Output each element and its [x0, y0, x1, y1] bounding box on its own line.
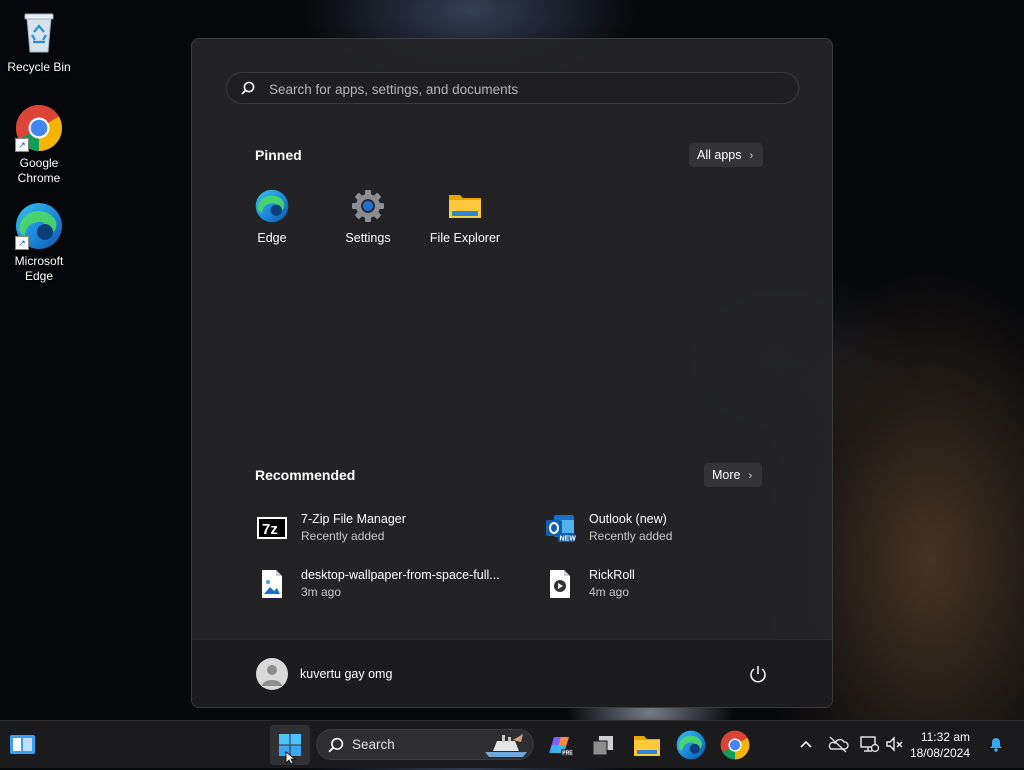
recycle-bin-icon: [15, 8, 63, 56]
notification-bell-icon[interactable]: [985, 733, 1007, 755]
recommended-item-wallpaper[interactable]: desktop-wallpaper-from-space-full... 3m …: [256, 564, 526, 604]
taskbar-search[interactable]: Search: [316, 729, 534, 760]
pinned-app-label: File Explorer: [429, 231, 501, 245]
onedrive-offline-icon[interactable]: [827, 733, 849, 755]
start-button[interactable]: [270, 725, 310, 765]
folder-icon: [448, 189, 482, 223]
all-apps-label: All apps: [697, 148, 742, 162]
svg-text:7z: 7z: [262, 521, 278, 538]
taskbar-clock[interactable]: 11:32 am 18/08/2024: [908, 729, 970, 761]
user-avatar[interactable]: [256, 658, 288, 690]
taskbar-edge[interactable]: [671, 725, 711, 765]
volume-muted-icon[interactable]: [884, 733, 906, 755]
taskbar-app-copilot[interactable]: PRE: [539, 725, 579, 765]
recommended-item-subtitle: 4m ago: [589, 585, 630, 599]
pinned-app-edge[interactable]: Edge: [224, 189, 320, 245]
search-icon: [241, 81, 255, 95]
recommended-item-name: desktop-wallpaper-from-space-full...: [301, 568, 500, 582]
image-file-icon: [256, 568, 288, 600]
outlook-icon: NEW: [544, 512, 576, 544]
start-search-box[interactable]: [226, 72, 799, 105]
desktop-icon-label: Google Chrome: [17, 156, 61, 185]
taskbar-search-label: Search: [352, 737, 395, 752]
pinned-app-settings[interactable]: Settings: [320, 189, 416, 245]
recommended-item-subtitle: 3m ago: [301, 585, 342, 599]
gear-icon: [351, 189, 385, 223]
chevron-right-icon: ›: [748, 470, 753, 482]
clock-date: 18/08/2024: [909, 746, 970, 760]
desktop-icon-label: Recycle Bin: [7, 60, 71, 74]
edge-icon: ↗: [15, 202, 63, 250]
edge-icon: [676, 730, 706, 760]
pinned-app-file-explorer[interactable]: File Explorer: [417, 189, 513, 245]
recommended-item-subtitle: Recently added: [301, 529, 385, 543]
recommended-item-7zip[interactable]: 7z 7-Zip File Manager Recently added: [256, 508, 526, 548]
desktop-icon-label: Microsoft Edge: [14, 254, 64, 283]
desktop-icon-microsoft-edge[interactable]: ↗ Microsoft Edge: [1, 202, 77, 284]
user-name[interactable]: kuvertu gay omg: [300, 667, 392, 681]
start-menu-footer: kuvertu gay omg: [192, 639, 832, 707]
recommended-item-subtitle: Recently added: [589, 529, 673, 543]
start-search-input[interactable]: [267, 73, 791, 105]
power-icon[interactable]: [748, 664, 768, 684]
widgets-button[interactable]: [2, 725, 42, 765]
file-explorer-icon: [634, 736, 660, 756]
svg-text:NEW: NEW: [560, 536, 577, 543]
clock-time: 11:32 am: [920, 730, 970, 744]
start-icon: [279, 734, 301, 765]
copilot-icon: PRE: [549, 737, 573, 757]
search-icon: [328, 737, 344, 753]
user-icon: [262, 665, 282, 686]
video-file-icon: [544, 568, 576, 600]
taskbar-chrome[interactable]: [715, 725, 755, 765]
search-highlight-icon: [485, 734, 527, 757]
recommended-item-name: RickRoll: [589, 568, 635, 582]
widgets-icon: [10, 735, 35, 754]
recommended-title: Recommended: [255, 467, 356, 483]
taskbar-file-explorer[interactable]: [627, 725, 667, 765]
chevron-up-icon[interactable]: [795, 733, 817, 755]
edge-icon: [255, 189, 289, 223]
more-label: More: [712, 468, 741, 482]
svg-text:PRE: PRE: [562, 751, 573, 757]
chrome-icon: [720, 730, 750, 760]
task-view-icon: [592, 736, 613, 756]
shortcut-arrow-icon: ↗: [15, 138, 29, 152]
7zip-icon: 7z: [256, 512, 288, 544]
chrome-icon: ↗: [15, 104, 63, 152]
desktop-icon-recycle-bin[interactable]: Recycle Bin: [1, 8, 77, 75]
network-icon[interactable]: [858, 733, 880, 755]
taskbar: Search PRE 11:32 am 18/08/2024: [0, 720, 1024, 768]
recommended-item-outlook[interactable]: NEW Outlook (new) Recently added: [544, 508, 814, 548]
recommended-item-rickroll[interactable]: RickRoll 4m ago: [544, 564, 814, 604]
pinned-title: Pinned: [255, 147, 302, 163]
pinned-app-label: Edge: [257, 231, 287, 245]
more-button[interactable]: More ›: [704, 463, 763, 487]
taskbar-task-view[interactable]: [583, 725, 623, 765]
pinned-app-label: Settings: [345, 231, 391, 245]
recommended-item-name: Outlook (new): [589, 512, 667, 526]
desktop-icon-google-chrome[interactable]: ↗ Google Chrome: [1, 104, 77, 186]
shortcut-arrow-icon: ↗: [15, 236, 29, 250]
all-apps-button[interactable]: All apps ›: [689, 143, 764, 167]
chevron-right-icon: ›: [749, 150, 754, 162]
recommended-item-name: 7-Zip File Manager: [301, 512, 406, 526]
start-menu: Pinned All apps › Edge: [191, 38, 833, 708]
